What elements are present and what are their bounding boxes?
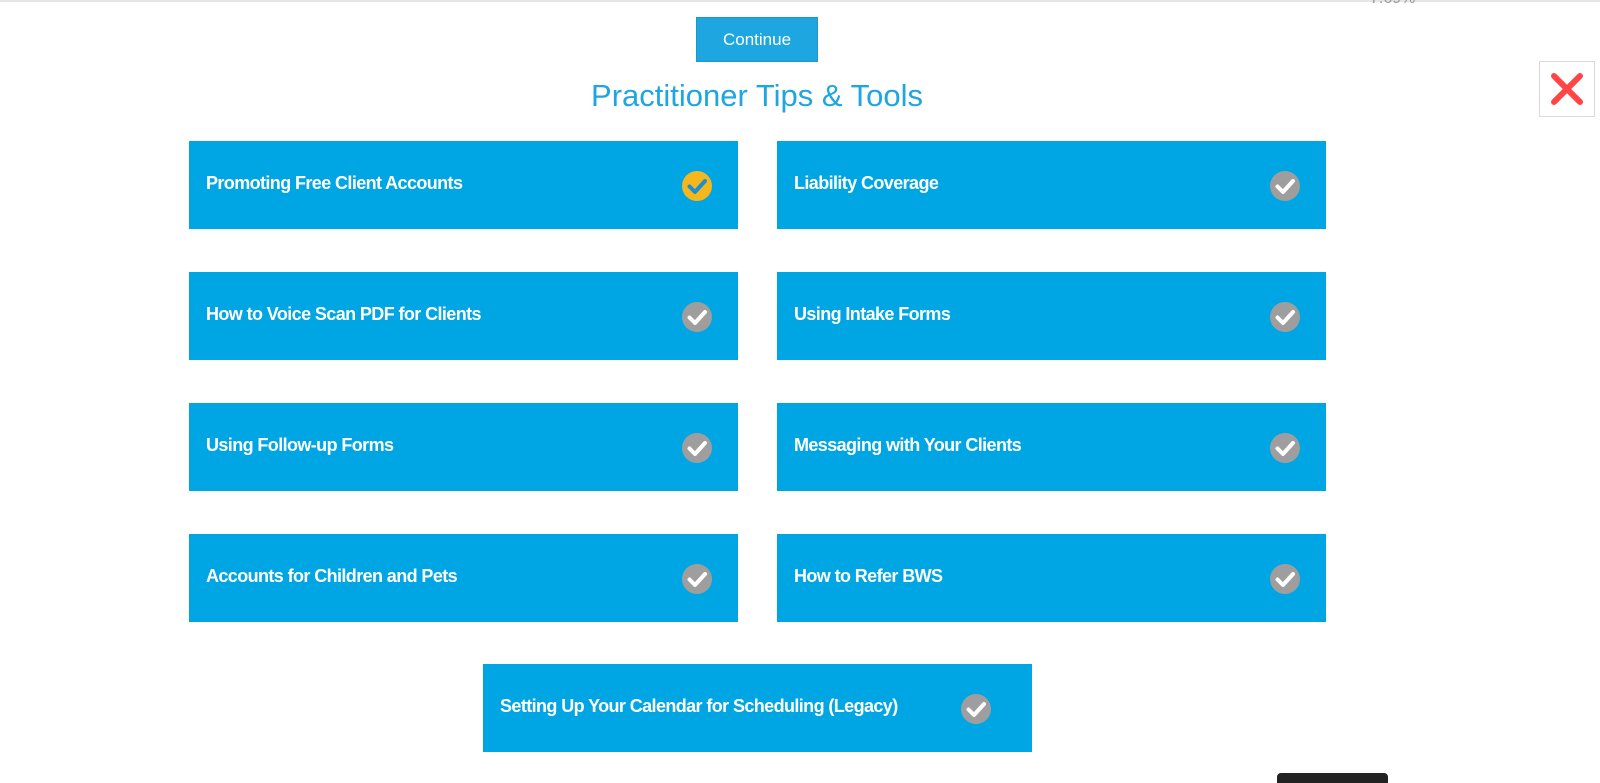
bottom-dark-tab[interactable] <box>1277 773 1388 783</box>
check-circle-icon <box>682 564 712 594</box>
top-border <box>0 0 1600 2</box>
tile-calendar-scheduling-legacy[interactable]: Setting Up Your Calendar for Scheduling … <box>483 664 1032 752</box>
tile-label: Messaging with Your Clients <box>794 403 1022 491</box>
tile-label-text: How to Voice Scan PDF for Clients <box>206 303 482 324</box>
check-circle-icon <box>1270 171 1300 201</box>
tile-how-to-refer-bws[interactable]: How to Refer BWS <box>777 534 1326 622</box>
tile-voice-scan-pdf[interactable]: How to Voice Scan PDF for Clients <box>189 272 738 360</box>
tile-label: Setting Up Your Calendar for Scheduling … <box>500 664 898 752</box>
tile-using-intake-forms[interactable]: Using Intake Forms <box>777 272 1326 360</box>
tile-label: Promoting Free Client Accounts <box>206 141 463 229</box>
tile-label-text: How to Refer BWS <box>794 565 943 586</box>
tile-label-text: Messaging with Your Clients <box>794 434 1022 455</box>
tile-label: Using Follow-up Forms <box>206 403 394 491</box>
tile-label-text: Using Follow-up Forms <box>206 434 394 455</box>
tile-label: Using Intake Forms <box>794 272 951 360</box>
tips-tools-page: 7.69% Continue Practitioner Tips & Tools… <box>0 0 1600 783</box>
check-circle-icon <box>682 433 712 463</box>
tile-label: Accounts for Children and Pets <box>206 534 458 622</box>
tile-messaging-clients[interactable]: Messaging with Your Clients <box>777 403 1326 491</box>
tile-label: How to Refer BWS <box>794 534 943 622</box>
check-circle-icon <box>1270 302 1300 332</box>
check-circle-icon <box>961 694 991 724</box>
tile-using-follow-up-forms[interactable]: Using Follow-up Forms <box>189 403 738 491</box>
tile-label: How to Voice Scan PDF for Clients <box>206 272 482 360</box>
check-circle-icon <box>682 302 712 332</box>
progress-percent: 7.69% <box>1370 0 1415 8</box>
close-button[interactable] <box>1539 61 1595 117</box>
tile-label-text: Accounts for Children and Pets <box>206 565 458 586</box>
tile-label-text: Promoting Free Client Accounts <box>206 172 463 193</box>
tile-label-text: Setting Up Your Calendar for Scheduling … <box>500 695 898 716</box>
tile-label: Liability Coverage <box>794 141 939 229</box>
tile-label-text: Liability Coverage <box>794 172 939 193</box>
tile-label-text: Using Intake Forms <box>794 303 951 324</box>
close-x-icon <box>1551 73 1583 105</box>
tile-promoting-free-client-accounts[interactable]: Promoting Free Client Accounts <box>189 141 738 229</box>
page-title: Practitioner Tips & Tools <box>591 78 923 113</box>
tile-liability-coverage[interactable]: Liability Coverage <box>777 141 1326 229</box>
check-circle-icon-completed <box>682 171 712 201</box>
tile-accounts-children-pets[interactable]: Accounts for Children and Pets <box>189 534 738 622</box>
check-circle-icon <box>1270 564 1300 594</box>
continue-button[interactable]: Continue <box>696 17 818 62</box>
check-circle-icon <box>1270 433 1300 463</box>
